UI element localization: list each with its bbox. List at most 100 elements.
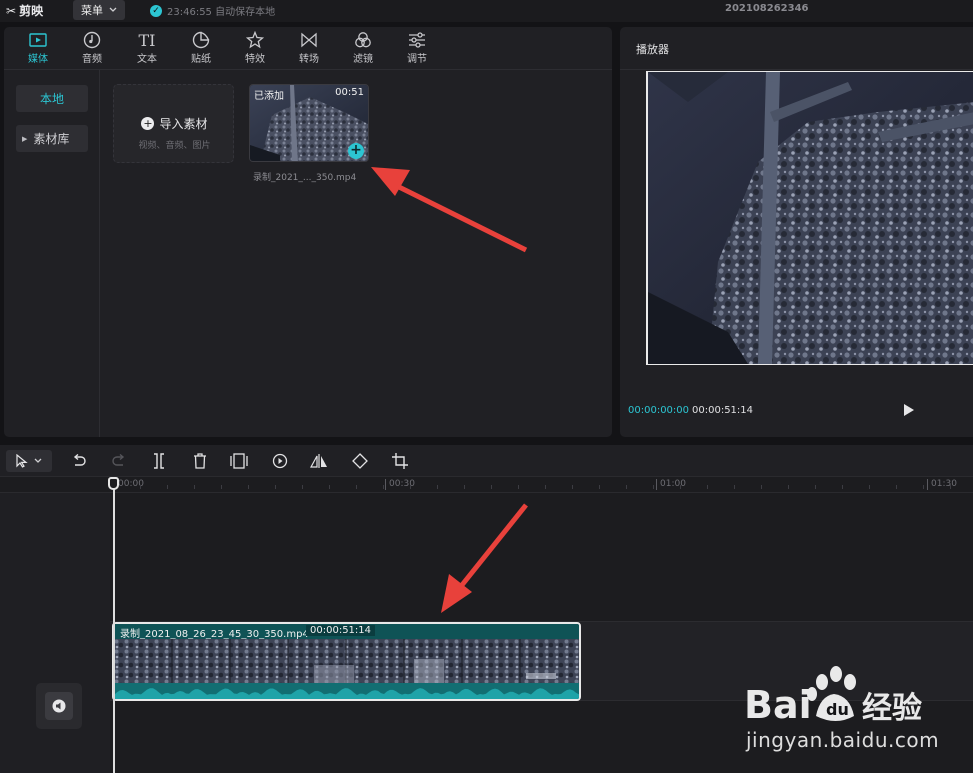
clip-header: 录制_2021_08_26_23_45_30_350.mp4 00:00:51:… [114,624,579,640]
import-hint: 视频、音频、图片 [138,141,211,151]
adjust-icon [406,30,428,50]
tab-label: 贴纸 [191,54,211,65]
autosave-text: 23:46:55 自动保存本地 [167,7,276,18]
baidu-paw-logo: Bai 经验 du [744,666,922,727]
menu-button[interactable]: 菜单 [73,0,125,20]
chevron-down-icon [109,7,117,12]
ruler-label: 01:00 [660,479,686,489]
ruler-tick [927,479,928,490]
player-preview[interactable] [646,71,973,365]
tab-label: 滤镜 [353,54,373,65]
project-name: 202108262346 [725,3,809,14]
plus-icon: + [141,117,155,130]
ruler-minor-tick [734,485,735,489]
tab-label: 转场 [299,54,319,65]
side-nav-library[interactable]: ▶ 素材库 [16,125,88,152]
ruler-minor-tick [329,485,330,489]
freeze-frame-button[interactable] [230,452,248,470]
crop-button[interactable] [391,452,409,470]
timeline-toolbar [0,445,973,477]
reverse-button[interactable] [271,452,289,470]
clip-duration: 00:00:51:14 [306,625,376,636]
redo-button[interactable] [110,452,128,470]
ruler-minor-tick [761,485,762,489]
filter-icon [352,30,374,50]
svg-text:经验: 经验 [862,691,922,726]
speaker-icon [52,699,66,713]
ruler-minor-tick [383,485,384,489]
select-tool-button[interactable] [6,450,52,472]
rotate-button[interactable] [351,452,369,470]
trash-icon [194,453,206,469]
resource-tabbar: 媒体 音频 TI 文本 贴纸 特效 转场 滤镜 调节 [4,27,612,70]
import-label: 导入素材 [159,117,208,131]
tab-media[interactable]: 媒体 [18,30,58,68]
mirror-button[interactable] [310,452,328,470]
ruler-minor-tick [707,485,708,489]
track-header [0,493,110,773]
ruler-minor-tick [923,485,924,489]
ruler-minor-tick [896,485,897,489]
media-side-nav: 本地 ▶ 素材库 [4,70,100,437]
top-bar: ✂ 剪映 菜单 ✓ 23:46:55 自动保存本地 202108262346 [0,0,973,22]
ruler-minor-tick [194,485,195,489]
ruler-minor-tick [518,485,519,489]
split-button[interactable] [150,452,168,470]
clip-audio-waveform [114,683,579,699]
ruler-minor-tick [842,485,843,489]
ruler-minor-tick [491,485,492,489]
baidu-jingyan-watermark: Bai 经验 du jingyan.baidu.com [712,660,962,760]
delete-button[interactable] [191,452,209,470]
timeline-ruler[interactable]: 00:00 00:30 01:00 01:30 [0,477,973,493]
media-panel: 媒体 音频 TI 文本 贴纸 特效 转场 滤镜 调节 本地 ▶ 素材库 + 导入… [4,27,612,437]
tab-sticker[interactable]: 贴纸 [181,30,221,68]
tab-label: 调节 [407,54,427,65]
redo-icon [112,454,125,466]
ruler-minor-tick [572,485,573,489]
ruler-minor-tick [788,485,789,489]
freeze-frame-icon [230,453,248,469]
media-duration: 00:51 [335,87,364,98]
ruler-minor-tick [950,485,951,489]
text-icon: TI [138,30,156,50]
ruler-minor-tick [140,485,141,489]
media-item-thumbnail[interactable]: 已添加 00:51 + [249,84,369,162]
player-panel: 播放器 00:00:00:00 00:00:51:14 [620,27,973,437]
tab-label: 媒体 [28,54,48,65]
undo-button[interactable] [70,452,88,470]
ruler-minor-tick [221,485,222,489]
video-clip[interactable]: 录制_2021_08_26_23_45_30_350.mp4 00:00:51:… [112,622,581,701]
svg-text:Bai: Bai [744,683,812,727]
ruler-label: 00:30 [389,479,415,489]
ruler-minor-tick [167,485,168,489]
tab-filter[interactable]: 滤镜 [343,30,383,68]
crop-icon [392,453,408,469]
ruler-minor-tick [626,485,627,489]
tab-audio[interactable]: 音频 [72,30,112,68]
track-audio-toggle[interactable] [36,683,82,729]
playhead-line[interactable] [113,481,115,773]
total-time: 00:00:51:14 [692,405,754,416]
media-filename: 录制_2021_..._350.mp4 [253,173,357,183]
capcut-logo-icon: ✂ [6,3,17,18]
import-media-button[interactable]: + 导入素材 视频、音频、图片 [113,84,234,163]
rotate-icon [352,453,368,469]
playhead-handle[interactable] [108,477,119,490]
play-icon[interactable] [902,402,916,418]
tab-adjust[interactable]: 调节 [397,30,437,68]
autosave-status: ✓ 23:46:55 自动保存本地 [150,3,275,18]
audio-icon [81,30,103,50]
tab-text[interactable]: TI 文本 [127,30,167,68]
tab-transition[interactable]: 转场 [289,30,329,68]
ruler-minor-tick [248,485,249,489]
ruler-label: 01:30 [931,479,957,489]
ruler-minor-tick [275,485,276,489]
mirror-icon [310,454,327,468]
ruler-minor-tick [545,485,546,489]
add-to-timeline-button[interactable]: + [348,143,364,159]
ruler-minor-tick [599,485,600,489]
tab-effects[interactable]: 特效 [235,30,275,68]
side-nav-local[interactable]: 本地 [16,85,88,112]
ruler-minor-tick [464,485,465,489]
menu-button-label: 菜单 [81,4,103,17]
